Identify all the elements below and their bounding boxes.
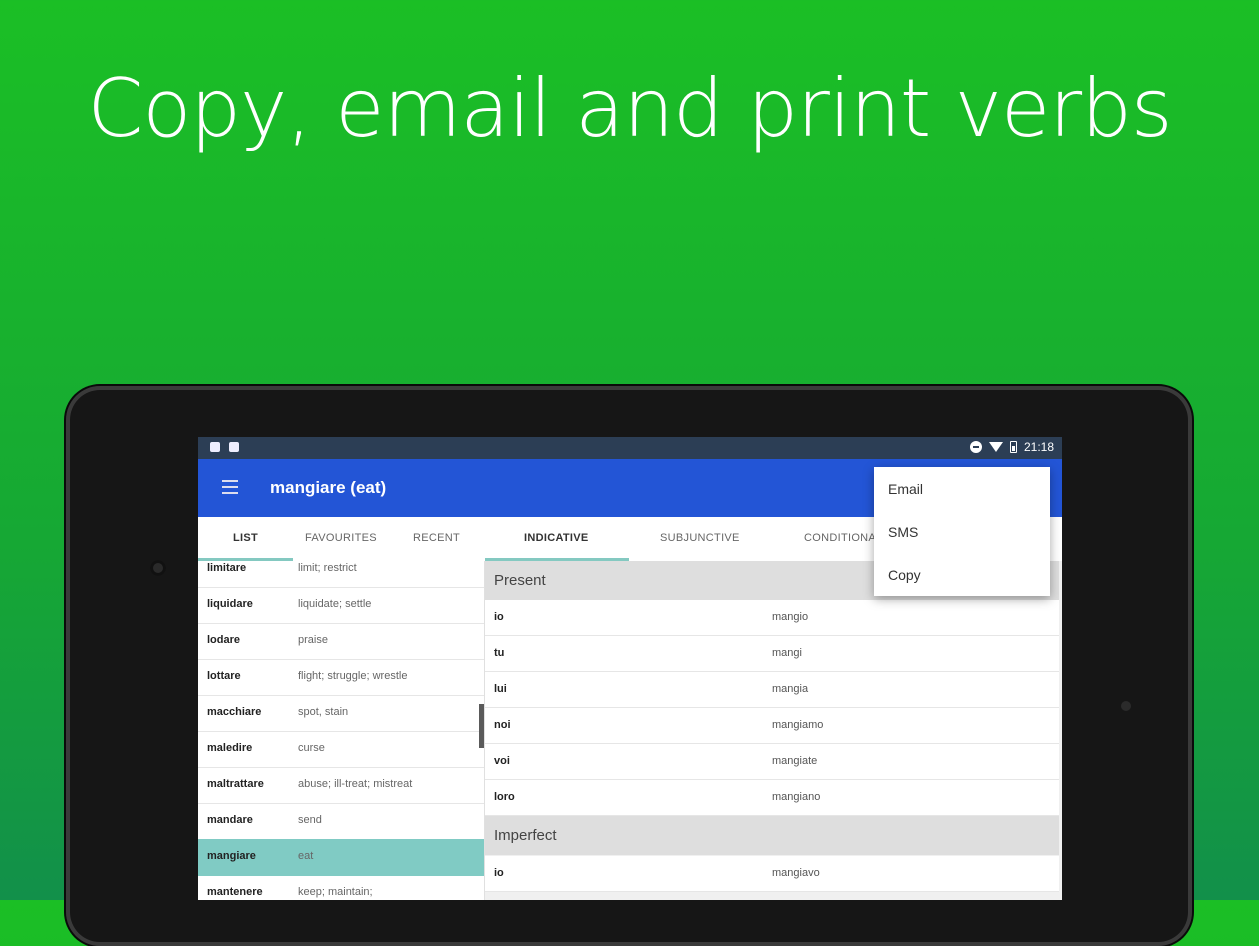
verb-form: mangiavo: [772, 867, 820, 879]
person: loro: [494, 791, 515, 803]
headline: Copy, email and print verbs: [87, 62, 1172, 155]
status-bar: 21:18: [198, 437, 1062, 459]
verb-meaning: curse: [298, 742, 325, 754]
verb-meaning: flight; struggle; wrestle: [298, 670, 408, 682]
verb-infinitive: mandare: [207, 814, 253, 826]
verb-form: mangia: [772, 683, 809, 695]
verb-row-selected[interactable]: mangiare eat: [198, 839, 485, 876]
person: tu: [494, 647, 505, 659]
verb-row[interactable]: liquidare liquidate; settle: [198, 587, 485, 624]
conjugation-row: voi mangiate: [485, 744, 1059, 780]
verb-infinitive: maltrattare: [207, 778, 264, 790]
conjugation-row: noi mangiamo: [485, 708, 1059, 744]
person: noi: [494, 719, 511, 731]
verb-row[interactable]: maledire curse: [198, 731, 485, 768]
tab-conditional[interactable]: CONDITIONAL: [804, 532, 882, 544]
verb-row[interactable]: maltrattare abuse; ill-treat; mistreat: [198, 767, 485, 804]
verb-infinitive: macchiare: [207, 706, 262, 718]
verb-infinitive: maledire: [207, 742, 253, 754]
verb-row[interactable]: macchiare spot, stain: [198, 695, 485, 732]
verb-meaning: abuse; ill-treat; mistreat: [298, 778, 413, 790]
section-header-imperfect: Imperfect: [485, 816, 1059, 855]
person: io: [494, 611, 504, 623]
verb-list: limitare limit; restrict liquidare liqui…: [198, 561, 485, 900]
verb-infinitive: lodare: [207, 634, 241, 646]
notification-icon: [210, 442, 220, 452]
verb-infinitive: limitare: [207, 562, 247, 574]
share-email-item[interactable]: Email: [888, 481, 923, 497]
wifi-icon: [988, 442, 1003, 452]
verb-infinitive: liquidare: [207, 598, 253, 610]
tab-indicative[interactable]: INDICATIVE: [524, 532, 589, 544]
section-title: Present: [494, 572, 546, 589]
conjugation-row: lui mangia: [485, 672, 1059, 708]
verb-row[interactable]: lottare flight; struggle; wrestle: [198, 659, 485, 696]
menu-icon[interactable]: [222, 480, 238, 494]
verb-meaning: eat: [298, 850, 314, 862]
conjugation-row: io mangiavo: [485, 856, 1059, 892]
verb-meaning: spot, stain: [298, 706, 349, 718]
battery-icon: [1009, 441, 1017, 453]
status-clock: 21:18: [1023, 440, 1054, 454]
verb-infinitive: lottare: [207, 670, 241, 682]
verb-row[interactable]: mandare send: [198, 803, 485, 840]
person: lui: [494, 683, 507, 695]
tab-recent[interactable]: RECENT: [413, 532, 460, 544]
verb-row[interactable]: limitare limit; restrict: [198, 561, 485, 588]
light-sensor: [1121, 701, 1131, 711]
verb-row[interactable]: mantenere keep; maintain;: [198, 875, 485, 900]
section-title: Imperfect: [494, 827, 557, 844]
verb-row[interactable]: lodare praise: [198, 623, 485, 660]
front-camera: [150, 560, 166, 576]
conjugation-row: tu mangi: [485, 636, 1059, 672]
share-menu: Email SMS Copy: [874, 467, 1050, 596]
verb-form: mangiamo: [772, 719, 824, 731]
conjugation-pane: Present io mangio tu mangi lui mangia no…: [485, 561, 1062, 900]
verb-form: mangio: [772, 611, 809, 623]
verb-meaning: liquidate; settle: [298, 598, 372, 610]
image-notification-icon: [229, 442, 239, 452]
conjugation-row: io mangio: [485, 600, 1059, 636]
verb-meaning: limit; restrict: [298, 562, 357, 574]
verb-infinitive: mangiare: [207, 850, 256, 862]
verb-meaning: send: [298, 814, 322, 826]
verb-form: mangi: [772, 647, 802, 659]
verb-form: mangiano: [772, 791, 821, 803]
person: voi: [494, 755, 510, 767]
share-sms-item[interactable]: SMS: [888, 524, 918, 540]
person: io: [494, 867, 504, 879]
conjugation-row: loro mangiano: [485, 780, 1059, 816]
verb-infinitive: mantenere: [207, 886, 263, 898]
verb-list-scrollbar[interactable]: [479, 704, 484, 748]
share-copy-item[interactable]: Copy: [888, 567, 921, 583]
app-title: mangiare (eat): [270, 478, 387, 497]
tab-subjunctive[interactable]: SUBJUNCTIVE: [660, 532, 740, 544]
verb-meaning: praise: [298, 634, 328, 646]
verb-meaning: keep; maintain;: [298, 886, 373, 898]
do-not-disturb-icon: [969, 441, 982, 453]
verb-form: mangiate: [772, 755, 818, 767]
tab-list[interactable]: LIST: [233, 532, 258, 544]
tab-favourites[interactable]: FAVOURITES: [305, 532, 377, 544]
